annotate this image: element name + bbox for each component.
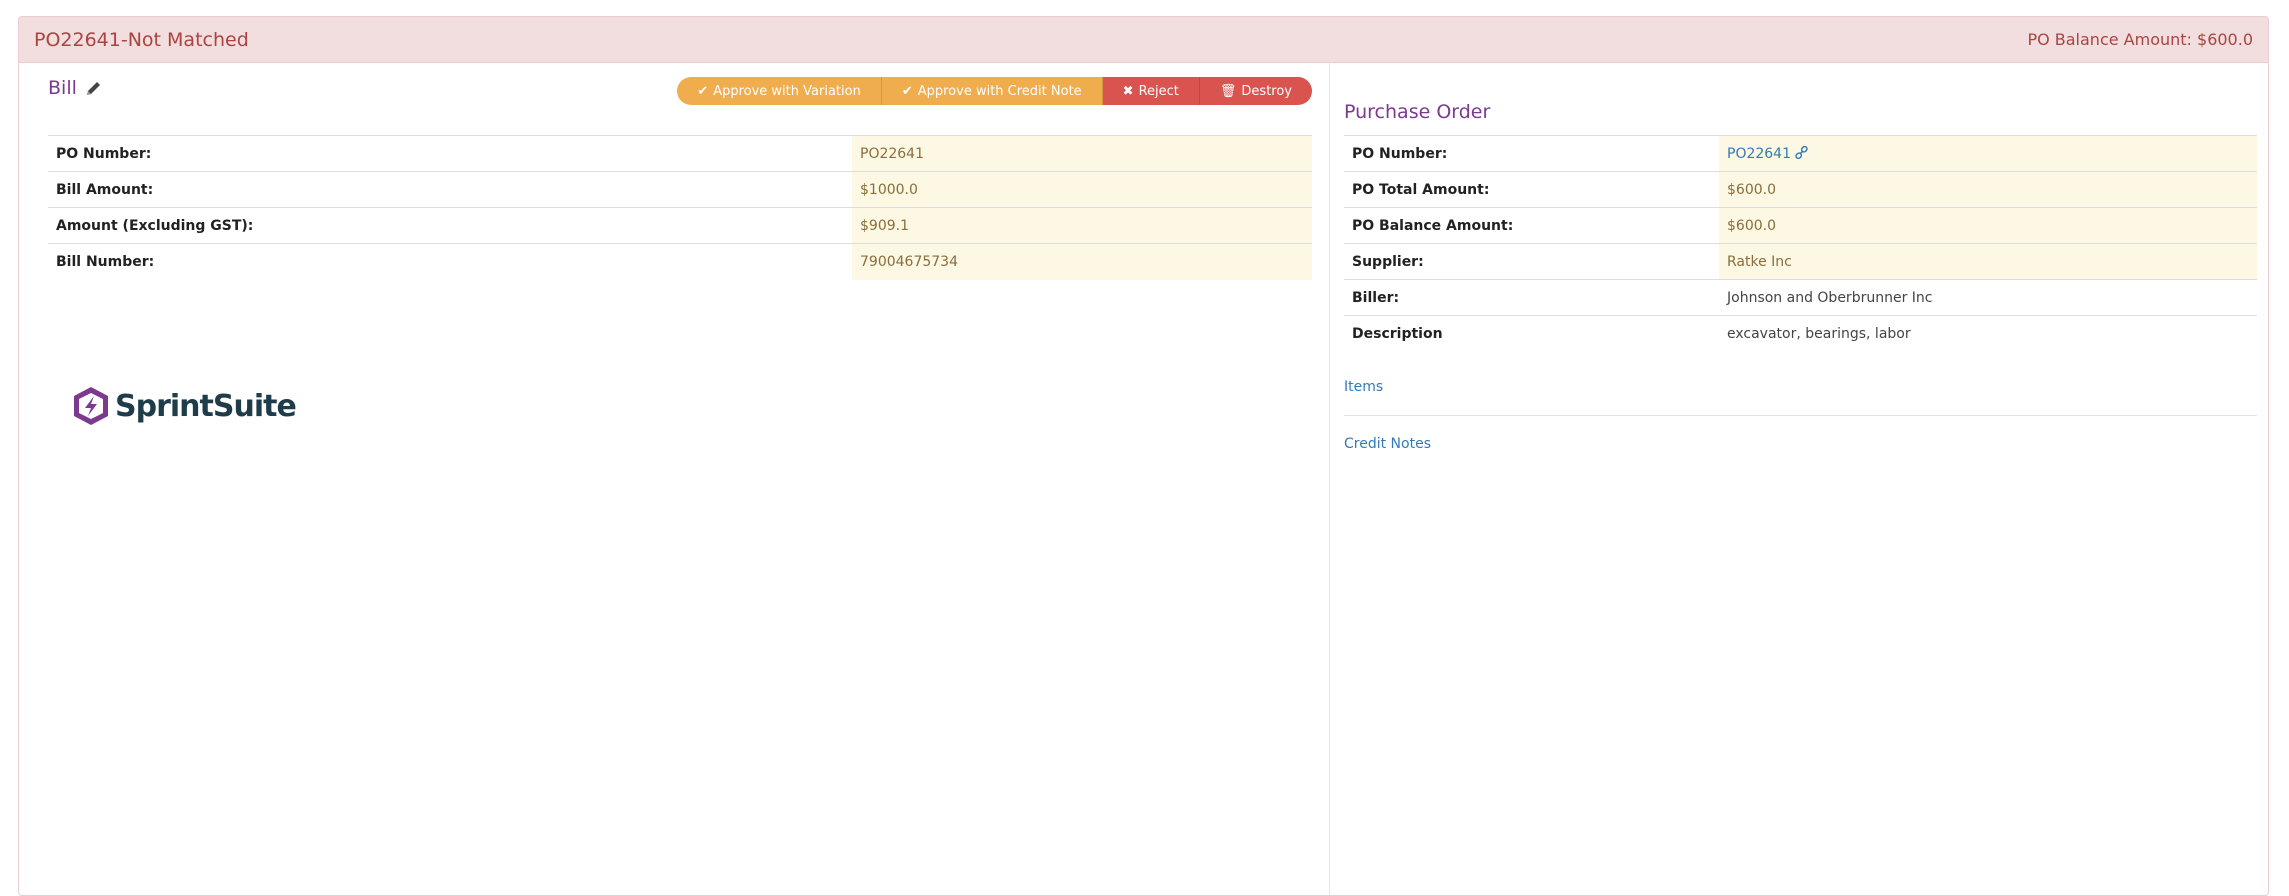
row-value: PO22641 (852, 135, 1312, 172)
items-link[interactable]: Items (1344, 379, 2257, 416)
row-label: Amount (Excluding GST): (48, 207, 852, 244)
purchase-order-title-text: Purchase Order (1344, 101, 1491, 123)
row-value: $600.0 (1719, 171, 2257, 208)
logo-text: SprintSuite (115, 388, 297, 424)
table-row: PO Balance Amount: $600.0 (1344, 207, 2257, 244)
row-value: $909.1 (852, 207, 1312, 244)
row-value: $600.0 (1719, 207, 2257, 244)
row-value: $1000.0 (852, 171, 1312, 208)
destroy-label: Destroy (1241, 83, 1292, 99)
approve-with-variation-button[interactable]: ✔ Approve with Variation (677, 77, 882, 105)
reject-label: Reject (1138, 83, 1179, 99)
po-balance-summary: PO Balance Amount: $600.0 (2027, 30, 2253, 49)
row-value: Johnson and Oberbrunner Inc (1719, 279, 2257, 316)
reject-button[interactable]: ✖ Reject (1102, 77, 1200, 105)
bill-details-table: PO Number: PO22641 Bill Amount: $1000.0 … (48, 135, 1312, 280)
destroy-button[interactable]: 🗑 Destroy (1199, 77, 1312, 105)
panel-heading: PO22641-Not Matched PO Balance Amount: $… (19, 17, 2268, 63)
bill-panel: PO22641-Not Matched PO Balance Amount: $… (18, 16, 2269, 896)
credit-notes-link[interactable]: Credit Notes (1344, 416, 2257, 452)
bill-section: Bill ✔ Approve with Variation ✔ Approve … (48, 77, 1312, 280)
panel-title: PO22641-Not Matched (34, 28, 249, 51)
row-label: Bill Amount: (48, 171, 852, 208)
row-label: Description (1344, 315, 1719, 352)
check-icon: ✔ (697, 83, 709, 99)
row-label: PO Number: (48, 135, 852, 172)
table-row: Bill Amount: $1000.0 (48, 171, 1312, 208)
edit-pencil-icon[interactable] (85, 79, 103, 97)
check-icon: ✔ (901, 83, 913, 99)
table-row: Description excavator, bearings, labor (1344, 315, 2257, 352)
hexagon-logo-icon (74, 387, 108, 425)
row-value: excavator, bearings, labor (1719, 315, 2257, 352)
row-label: PO Balance Amount: (1344, 207, 1719, 244)
sprintsuite-logo: SprintSuite (71, 385, 297, 427)
po-links: Items Credit Notes (1344, 379, 2257, 452)
bill-title: Bill (48, 77, 77, 99)
approve-with-variation-label: Approve with Variation (713, 83, 861, 99)
row-label: PO Number: (1344, 135, 1719, 172)
link-chain-icon[interactable] (1795, 145, 1809, 162)
bill-action-buttons: ✔ Approve with Variation ✔ Approve with … (677, 77, 1312, 105)
row-value: 79004675734 (852, 243, 1312, 280)
table-row: Biller: Johnson and Oberbrunner Inc (1344, 279, 2257, 316)
po-number-link[interactable]: PO22641 (1727, 146, 1791, 162)
purchase-order-section: Purchase Order PO Number: PO22641 PO Tot… (1329, 63, 2271, 895)
approve-with-credit-note-label: Approve with Credit Note (917, 83, 1082, 99)
purchase-order-title: Purchase Order (1344, 101, 1490, 123)
table-row: Supplier: Ratke Inc (1344, 243, 2257, 280)
x-icon: ✖ (1122, 83, 1134, 99)
row-label: Supplier: (1344, 243, 1719, 280)
row-label: PO Total Amount: (1344, 171, 1719, 208)
row-label: Biller: (1344, 279, 1719, 316)
row-value: Ratke Inc (1719, 243, 2257, 280)
table-row: PO Total Amount: $600.0 (1344, 171, 2257, 208)
row-label: Bill Number: (48, 243, 852, 280)
approve-with-credit-note-button[interactable]: ✔ Approve with Credit Note (881, 77, 1103, 105)
table-row: Bill Number: 79004675734 (48, 243, 1312, 280)
row-value: PO22641 (1719, 135, 2257, 172)
table-row: PO Number: PO22641 (1344, 135, 2257, 172)
trash-icon: 🗑 (1219, 83, 1237, 99)
table-row: Amount (Excluding GST): $909.1 (48, 207, 1312, 244)
table-row: PO Number: PO22641 (48, 135, 1312, 172)
purchase-order-table: PO Number: PO22641 PO Total Amount: $600… (1344, 135, 2257, 352)
